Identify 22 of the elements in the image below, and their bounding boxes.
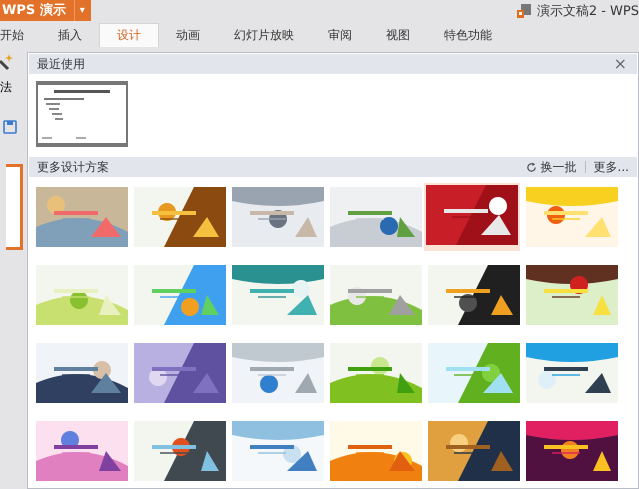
window-title: 演示文稿2 - WPS <box>536 2 639 20</box>
ribbon-tab[interactable]: 幻灯片放映 <box>217 23 311 47</box>
template-thumbnail[interactable] <box>424 183 520 251</box>
close-button[interactable]: × <box>612 56 629 72</box>
recent-template-thumbnail[interactable] <box>36 81 128 147</box>
save-icon[interactable] <box>3 120 17 134</box>
section-title: 更多设计方案 <box>37 158 109 176</box>
ribbon-label: 法 <box>0 79 12 96</box>
ribbon-tab[interactable]: 特色功能 <box>427 23 509 47</box>
ribbon-tab[interactable]: 开始 <box>0 23 41 47</box>
ribbon-tab[interactable]: 插入 <box>41 23 99 47</box>
refresh-icon <box>526 162 537 172</box>
slide-thumbnail[interactable] <box>6 164 23 250</box>
more-button[interactable]: 更多... <box>594 158 629 176</box>
ribbon-tab[interactable]: 审阅 <box>311 23 369 47</box>
ribbon-tab[interactable]: 设计 <box>99 23 159 47</box>
magic-wand-icon <box>0 53 14 71</box>
section-title: 最近使用 <box>37 56 85 72</box>
refresh-button[interactable]: 换一批 <box>540 158 577 176</box>
ribbon-tab[interactable]: 视图 <box>369 23 427 47</box>
ribbon-tab[interactable]: 动画 <box>159 23 217 47</box>
document-icon <box>516 2 532 18</box>
